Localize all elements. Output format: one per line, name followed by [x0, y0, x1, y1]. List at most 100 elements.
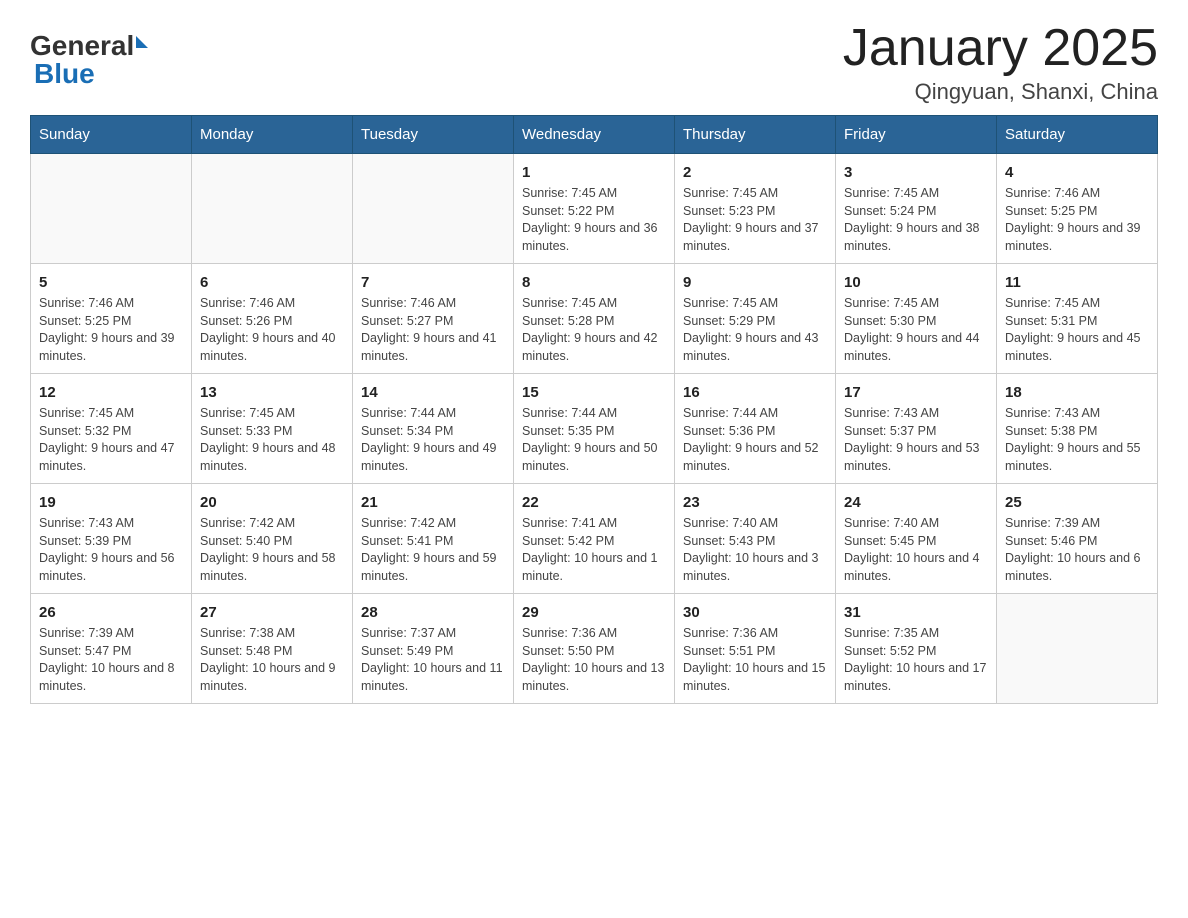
day-info: Sunrise: 7:42 AM Sunset: 5:40 PM Dayligh… [200, 515, 344, 585]
day-number: 3 [844, 162, 988, 183]
logo-blue-text: Blue [34, 58, 95, 90]
calendar-cell: 10Sunrise: 7:45 AM Sunset: 5:30 PM Dayli… [836, 264, 997, 374]
day-number: 1 [522, 162, 666, 183]
day-info: Sunrise: 7:44 AM Sunset: 5:35 PM Dayligh… [522, 405, 666, 475]
calendar-header-sunday: Sunday [31, 116, 192, 154]
day-number: 18 [1005, 382, 1149, 403]
calendar-header-wednesday: Wednesday [514, 116, 675, 154]
day-number: 16 [683, 382, 827, 403]
day-info: Sunrise: 7:42 AM Sunset: 5:41 PM Dayligh… [361, 515, 505, 585]
calendar-cell: 22Sunrise: 7:41 AM Sunset: 5:42 PM Dayli… [514, 484, 675, 594]
calendar-cell: 8Sunrise: 7:45 AM Sunset: 5:28 PM Daylig… [514, 264, 675, 374]
calendar-header-thursday: Thursday [675, 116, 836, 154]
day-info: Sunrise: 7:43 AM Sunset: 5:39 PM Dayligh… [39, 515, 183, 585]
calendar-cell: 26Sunrise: 7:39 AM Sunset: 5:47 PM Dayli… [31, 594, 192, 704]
calendar-cell: 13Sunrise: 7:45 AM Sunset: 5:33 PM Dayli… [192, 374, 353, 484]
calendar-cell: 30Sunrise: 7:36 AM Sunset: 5:51 PM Dayli… [675, 594, 836, 704]
calendar-week-row: 26Sunrise: 7:39 AM Sunset: 5:47 PM Dayli… [31, 594, 1158, 704]
day-info: Sunrise: 7:45 AM Sunset: 5:22 PM Dayligh… [522, 185, 666, 255]
calendar-cell: 16Sunrise: 7:44 AM Sunset: 5:36 PM Dayli… [675, 374, 836, 484]
day-info: Sunrise: 7:44 AM Sunset: 5:34 PM Dayligh… [361, 405, 505, 475]
calendar-cell: 14Sunrise: 7:44 AM Sunset: 5:34 PM Dayli… [353, 374, 514, 484]
day-number: 23 [683, 492, 827, 513]
calendar-cell: 24Sunrise: 7:40 AM Sunset: 5:45 PM Dayli… [836, 484, 997, 594]
calendar-week-row: 19Sunrise: 7:43 AM Sunset: 5:39 PM Dayli… [31, 484, 1158, 594]
day-number: 31 [844, 602, 988, 623]
calendar-cell [353, 154, 514, 264]
day-info: Sunrise: 7:43 AM Sunset: 5:37 PM Dayligh… [844, 405, 988, 475]
day-info: Sunrise: 7:45 AM Sunset: 5:23 PM Dayligh… [683, 185, 827, 255]
day-info: Sunrise: 7:44 AM Sunset: 5:36 PM Dayligh… [683, 405, 827, 475]
day-info: Sunrise: 7:40 AM Sunset: 5:43 PM Dayligh… [683, 515, 827, 585]
day-info: Sunrise: 7:40 AM Sunset: 5:45 PM Dayligh… [844, 515, 988, 585]
logo: General Blue [30, 30, 148, 90]
day-number: 24 [844, 492, 988, 513]
day-number: 6 [200, 272, 344, 293]
day-info: Sunrise: 7:37 AM Sunset: 5:49 PM Dayligh… [361, 625, 505, 695]
calendar-header-tuesday: Tuesday [353, 116, 514, 154]
day-info: Sunrise: 7:39 AM Sunset: 5:47 PM Dayligh… [39, 625, 183, 695]
calendar-cell: 4Sunrise: 7:46 AM Sunset: 5:25 PM Daylig… [997, 154, 1158, 264]
day-info: Sunrise: 7:39 AM Sunset: 5:46 PM Dayligh… [1005, 515, 1149, 585]
day-info: Sunrise: 7:41 AM Sunset: 5:42 PM Dayligh… [522, 515, 666, 585]
calendar-cell: 5Sunrise: 7:46 AM Sunset: 5:25 PM Daylig… [31, 264, 192, 374]
day-info: Sunrise: 7:45 AM Sunset: 5:24 PM Dayligh… [844, 185, 988, 255]
calendar-cell: 3Sunrise: 7:45 AM Sunset: 5:24 PM Daylig… [836, 154, 997, 264]
calendar-header-monday: Monday [192, 116, 353, 154]
calendar-cell: 31Sunrise: 7:35 AM Sunset: 5:52 PM Dayli… [836, 594, 997, 704]
logo-triangle-icon [136, 36, 148, 48]
calendar-header-friday: Friday [836, 116, 997, 154]
day-info: Sunrise: 7:36 AM Sunset: 5:50 PM Dayligh… [522, 625, 666, 695]
day-info: Sunrise: 7:38 AM Sunset: 5:48 PM Dayligh… [200, 625, 344, 695]
calendar-cell: 15Sunrise: 7:44 AM Sunset: 5:35 PM Dayli… [514, 374, 675, 484]
day-number: 14 [361, 382, 505, 403]
day-number: 2 [683, 162, 827, 183]
calendar-cell: 9Sunrise: 7:45 AM Sunset: 5:29 PM Daylig… [675, 264, 836, 374]
calendar-cell: 28Sunrise: 7:37 AM Sunset: 5:49 PM Dayli… [353, 594, 514, 704]
day-info: Sunrise: 7:46 AM Sunset: 5:27 PM Dayligh… [361, 295, 505, 365]
title-block: January 2025 Qingyuan, Shanxi, China [843, 20, 1158, 105]
day-info: Sunrise: 7:46 AM Sunset: 5:25 PM Dayligh… [39, 295, 183, 365]
calendar-cell: 11Sunrise: 7:45 AM Sunset: 5:31 PM Dayli… [997, 264, 1158, 374]
day-number: 10 [844, 272, 988, 293]
day-info: Sunrise: 7:45 AM Sunset: 5:33 PM Dayligh… [200, 405, 344, 475]
day-number: 28 [361, 602, 505, 623]
day-number: 26 [39, 602, 183, 623]
day-number: 19 [39, 492, 183, 513]
day-info: Sunrise: 7:43 AM Sunset: 5:38 PM Dayligh… [1005, 405, 1149, 475]
calendar-cell: 25Sunrise: 7:39 AM Sunset: 5:46 PM Dayli… [997, 484, 1158, 594]
calendar-week-row: 12Sunrise: 7:45 AM Sunset: 5:32 PM Dayli… [31, 374, 1158, 484]
day-number: 22 [522, 492, 666, 513]
location-title: Qingyuan, Shanxi, China [843, 79, 1158, 105]
day-number: 25 [1005, 492, 1149, 513]
day-number: 21 [361, 492, 505, 513]
day-number: 5 [39, 272, 183, 293]
calendar-cell [31, 154, 192, 264]
day-number: 11 [1005, 272, 1149, 293]
calendar-cell: 12Sunrise: 7:45 AM Sunset: 5:32 PM Dayli… [31, 374, 192, 484]
calendar-cell: 20Sunrise: 7:42 AM Sunset: 5:40 PM Dayli… [192, 484, 353, 594]
calendar-cell [192, 154, 353, 264]
day-info: Sunrise: 7:45 AM Sunset: 5:30 PM Dayligh… [844, 295, 988, 365]
day-number: 13 [200, 382, 344, 403]
calendar-week-row: 5Sunrise: 7:46 AM Sunset: 5:25 PM Daylig… [31, 264, 1158, 374]
day-info: Sunrise: 7:45 AM Sunset: 5:28 PM Dayligh… [522, 295, 666, 365]
calendar-cell: 19Sunrise: 7:43 AM Sunset: 5:39 PM Dayli… [31, 484, 192, 594]
day-number: 4 [1005, 162, 1149, 183]
day-number: 17 [844, 382, 988, 403]
calendar-week-row: 1Sunrise: 7:45 AM Sunset: 5:22 PM Daylig… [31, 154, 1158, 264]
calendar-cell: 27Sunrise: 7:38 AM Sunset: 5:48 PM Dayli… [192, 594, 353, 704]
day-number: 9 [683, 272, 827, 293]
calendar-cell [997, 594, 1158, 704]
calendar-header-row: SundayMondayTuesdayWednesdayThursdayFrid… [31, 116, 1158, 154]
calendar-header-saturday: Saturday [997, 116, 1158, 154]
calendar-cell: 2Sunrise: 7:45 AM Sunset: 5:23 PM Daylig… [675, 154, 836, 264]
day-info: Sunrise: 7:46 AM Sunset: 5:26 PM Dayligh… [200, 295, 344, 365]
calendar-cell: 23Sunrise: 7:40 AM Sunset: 5:43 PM Dayli… [675, 484, 836, 594]
day-info: Sunrise: 7:45 AM Sunset: 5:32 PM Dayligh… [39, 405, 183, 475]
month-title: January 2025 [843, 20, 1158, 77]
calendar-cell: 7Sunrise: 7:46 AM Sunset: 5:27 PM Daylig… [353, 264, 514, 374]
calendar-cell: 17Sunrise: 7:43 AM Sunset: 5:37 PM Dayli… [836, 374, 997, 484]
day-number: 20 [200, 492, 344, 513]
page-header: General Blue January 2025 Qingyuan, Shan… [30, 20, 1158, 105]
